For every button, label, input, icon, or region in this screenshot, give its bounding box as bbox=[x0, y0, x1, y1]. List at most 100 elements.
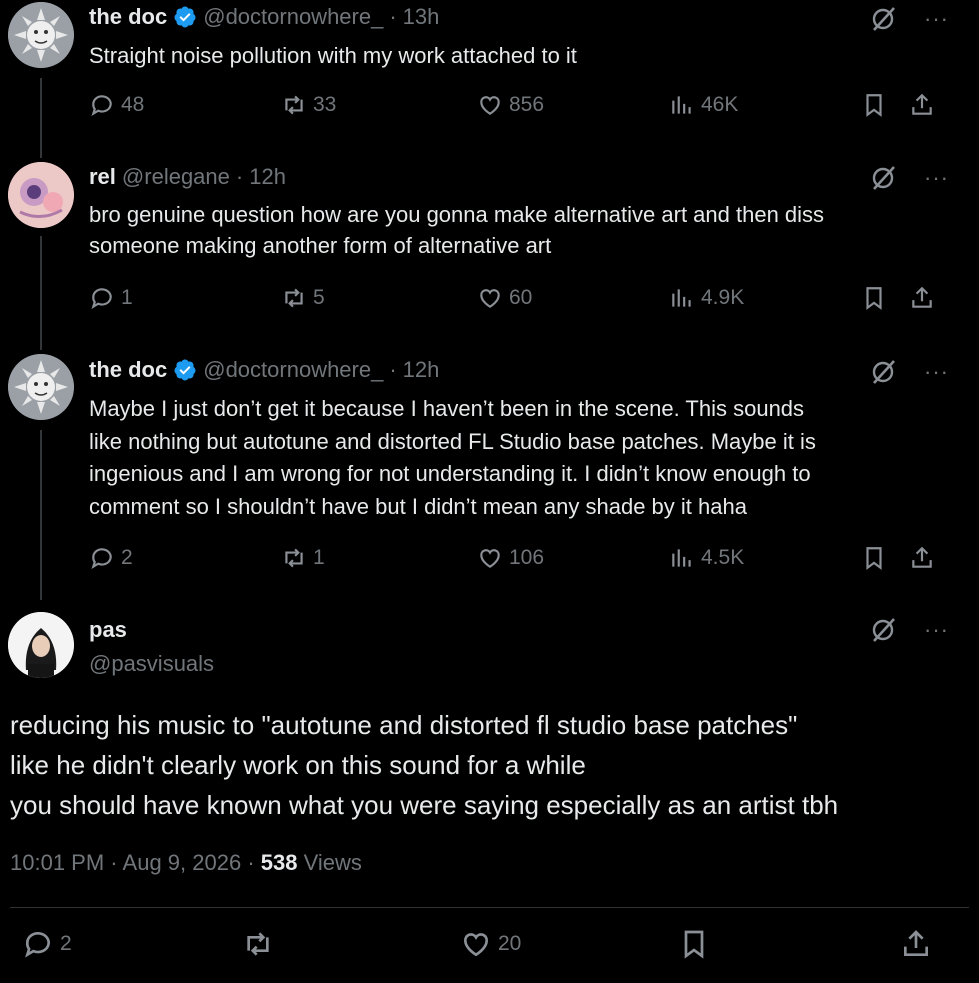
repost-icon bbox=[285, 288, 303, 308]
repost-button[interactable]: 1 bbox=[281, 545, 325, 571]
tweet-top-actions: ··· bbox=[868, 357, 949, 387]
repost-icon bbox=[247, 932, 269, 956]
timestamp[interactable]: 12h bbox=[249, 164, 286, 190]
like-icon bbox=[480, 96, 500, 115]
views-count: 4.9K bbox=[701, 286, 745, 309]
like-button[interactable]: 856 bbox=[477, 92, 544, 118]
bookmark-button[interactable] bbox=[861, 285, 887, 311]
like-button[interactable]: 60 bbox=[477, 285, 532, 311]
repost-button[interactable]: 33 bbox=[281, 92, 336, 118]
reply-count: 2 bbox=[60, 932, 72, 955]
bookmark-button[interactable] bbox=[861, 545, 887, 571]
date[interactable]: Aug 9, 2026 bbox=[123, 850, 242, 875]
tweet-top-actions: ··· bbox=[868, 163, 949, 193]
user-handle[interactable]: @pasvisuals bbox=[89, 651, 214, 677]
share-button[interactable] bbox=[909, 285, 935, 311]
tweet-text: Maybe I just don’t get it because I have… bbox=[89, 393, 959, 523]
share-icon bbox=[912, 93, 932, 115]
grok-icon[interactable] bbox=[868, 4, 898, 34]
views-button[interactable]: 4.5K bbox=[669, 545, 744, 571]
repost-button[interactable] bbox=[242, 928, 274, 960]
separator-dot: · bbox=[389, 357, 397, 382]
more-icon[interactable]: ··· bbox=[924, 359, 949, 385]
reply-button[interactable]: 1 bbox=[89, 285, 133, 311]
more-icon[interactable]: ··· bbox=[924, 6, 949, 32]
tweet-text-line: someone making another form of alternati… bbox=[89, 233, 552, 258]
main-tweet-actions: 2 20 bbox=[10, 928, 949, 968]
avatar[interactable] bbox=[8, 162, 74, 228]
like-button[interactable]: 20 bbox=[460, 928, 521, 960]
bookmark-button[interactable] bbox=[678, 928, 710, 960]
more-icon[interactable]: ··· bbox=[924, 165, 949, 191]
tweet-top-actions: ··· bbox=[868, 4, 949, 34]
bookmark-icon bbox=[866, 94, 882, 117]
avatar[interactable] bbox=[8, 2, 74, 68]
views-count: 46K bbox=[701, 93, 739, 116]
user-handle[interactable]: @relegane bbox=[122, 164, 230, 190]
reply-count: 1 bbox=[121, 286, 133, 309]
reply-count: 48 bbox=[121, 93, 145, 116]
views-icon bbox=[672, 289, 691, 307]
thread-line bbox=[40, 430, 42, 600]
user-handle[interactable]: @doctornowhere_ bbox=[203, 4, 383, 30]
reply-icon bbox=[25, 932, 50, 958]
views-count: 4.5K bbox=[701, 546, 745, 569]
avatar[interactable] bbox=[8, 612, 74, 678]
display-name[interactable]: the doc bbox=[89, 357, 167, 383]
separator-dot: · bbox=[235, 164, 244, 189]
reply-button[interactable]: 48 bbox=[89, 92, 144, 118]
like-count: 60 bbox=[509, 286, 533, 309]
views-icon bbox=[672, 96, 691, 114]
like-icon bbox=[480, 549, 500, 568]
like-icon bbox=[463, 933, 489, 957]
separator-dot: · bbox=[389, 4, 397, 29]
share-icon bbox=[904, 930, 928, 956]
timestamp[interactable]: 10:01 PM bbox=[10, 850, 104, 875]
reply-icon bbox=[91, 288, 112, 310]
repost-count: 33 bbox=[313, 93, 337, 116]
like-count: 20 bbox=[498, 932, 522, 955]
repost-button[interactable]: 5 bbox=[281, 285, 325, 311]
tweet-text: Straight noise pollution with my work at… bbox=[89, 43, 577, 68]
views-button[interactable]: 46K bbox=[669, 92, 738, 118]
views-button[interactable]: 4.9K bbox=[669, 285, 744, 311]
verified-icon bbox=[174, 359, 196, 381]
thread-line bbox=[40, 236, 42, 350]
tweet-actions: 48 33 856 46K bbox=[89, 92, 949, 122]
tweet-actions: 2 1 106 4.5K bbox=[89, 545, 949, 575]
share-button[interactable] bbox=[909, 545, 935, 571]
timestamp[interactable]: 13h bbox=[403, 4, 440, 30]
display-name[interactable]: the doc bbox=[89, 4, 167, 30]
avatar[interactable] bbox=[8, 354, 74, 420]
timestamp[interactable]: 12h bbox=[403, 357, 440, 383]
like-button[interactable]: 106 bbox=[477, 545, 544, 571]
repost-icon bbox=[285, 95, 303, 115]
bookmark-button[interactable] bbox=[861, 92, 887, 118]
tweet-text-line: comment so I shouldn’t have but I didn’t… bbox=[89, 493, 747, 519]
bookmark-icon bbox=[866, 287, 882, 310]
grok-icon[interactable] bbox=[868, 163, 898, 193]
share-button[interactable] bbox=[900, 928, 932, 960]
bookmark-icon bbox=[684, 930, 704, 959]
reply-icon bbox=[91, 548, 112, 570]
tweet-actions: 1 5 60 4.9K bbox=[89, 285, 949, 315]
bookmark-icon bbox=[866, 547, 882, 570]
views-count: 538 bbox=[260, 850, 298, 875]
tweet-header: the doc @doctornowhere_ · 13h bbox=[89, 4, 439, 30]
user-handle[interactable]: @doctornowhere_ bbox=[203, 357, 383, 383]
reply-icon bbox=[91, 95, 112, 117]
tweet-top-actions: ··· bbox=[868, 615, 949, 645]
thread-line bbox=[40, 78, 42, 158]
tweet-header: rel @relegane · 12h bbox=[89, 164, 286, 190]
reply-button[interactable]: 2 bbox=[22, 928, 72, 960]
display-name[interactable]: pas bbox=[89, 617, 127, 643]
reply-button[interactable]: 2 bbox=[89, 545, 133, 571]
share-button[interactable] bbox=[909, 92, 935, 118]
grok-icon[interactable] bbox=[868, 357, 898, 387]
repost-icon bbox=[285, 548, 303, 568]
grok-icon[interactable] bbox=[868, 615, 898, 645]
display-name[interactable]: rel bbox=[89, 164, 116, 190]
tweet-text-line: you should have known what you were sayi… bbox=[10, 790, 839, 820]
more-icon[interactable]: ··· bbox=[924, 617, 949, 643]
separator-dot: · bbox=[110, 850, 118, 875]
